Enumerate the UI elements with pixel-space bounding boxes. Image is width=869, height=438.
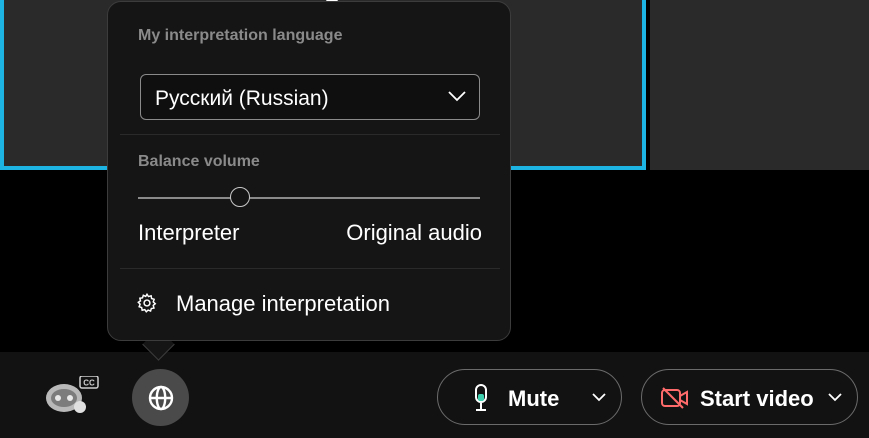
cc-bot-icon[interactable]: CC bbox=[44, 375, 100, 416]
selected-language: Русский (Russian) bbox=[155, 87, 329, 110]
gear-icon bbox=[137, 292, 157, 313]
slider-thumb[interactable] bbox=[229, 187, 250, 207]
balance-volume-slider[interactable] bbox=[138, 185, 480, 211]
interpretation-globe-button[interactable] bbox=[132, 369, 189, 426]
start-video-button[interactable]: Start video bbox=[641, 369, 858, 425]
microphone-icon bbox=[475, 384, 487, 411]
divider bbox=[120, 134, 500, 135]
interpreter-label: Interpreter bbox=[138, 220, 240, 245]
balance-section-label: Balance volume bbox=[138, 153, 260, 170]
language-section-label: My interpretation language bbox=[138, 27, 343, 44]
participant-video-tile[interactable] bbox=[650, 0, 869, 170]
manage-interpretation-label: Manage interpretation bbox=[176, 291, 391, 316]
mute-button[interactable]: Mute bbox=[437, 369, 622, 425]
globe-icon bbox=[148, 385, 173, 410]
original-audio-label: Original audio bbox=[346, 220, 482, 245]
interpretation-language-select[interactable]: Русский (Russian) bbox=[140, 74, 480, 120]
manage-interpretation-item[interactable]: Manage interpretation bbox=[134, 284, 484, 324]
slider-track bbox=[138, 197, 480, 199]
mute-label: Mute bbox=[508, 386, 560, 411]
start-video-label: Start video bbox=[700, 386, 814, 411]
video-off-icon bbox=[661, 387, 688, 409]
divider bbox=[120, 268, 500, 269]
chevron-down-icon bbox=[448, 91, 466, 102]
chevron-down-icon[interactable] bbox=[827, 390, 843, 404]
interpretation-popover: My interpretation language Русский (Russ… bbox=[107, 1, 511, 341]
cc-badge-text: CC bbox=[83, 379, 95, 388]
chevron-down-icon[interactable] bbox=[591, 390, 607, 404]
